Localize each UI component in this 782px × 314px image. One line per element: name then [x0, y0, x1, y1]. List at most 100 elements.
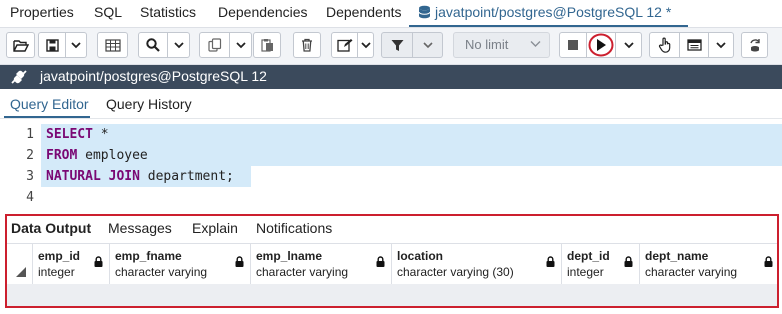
- code-line: 1 SELECT *: [0, 124, 782, 145]
- chevron-down-icon: [173, 41, 184, 48]
- execute-icon: [588, 33, 614, 57]
- copy-button[interactable]: [199, 32, 230, 58]
- chevron-down-icon: [422, 41, 433, 48]
- tab-statistics[interactable]: Statistics: [140, 4, 196, 20]
- stop-button[interactable]: [559, 32, 587, 58]
- find-button[interactable]: [138, 32, 168, 58]
- column-name: emp_fname: [115, 249, 182, 263]
- sql-keyword: SELECT: [46, 127, 93, 142]
- output-panel: Data Output Messages Explain Notificatio…: [5, 214, 779, 308]
- filter-icon: [391, 39, 403, 51]
- sql-keyword: FROM: [46, 148, 78, 163]
- save-dropdown-button[interactable]: [66, 32, 87, 58]
- tab-sql[interactable]: SQL: [94, 4, 122, 20]
- column-type: character varying (30): [397, 265, 514, 279]
- chevron-down-icon: [235, 41, 246, 48]
- rows-limit-value: No limit: [465, 37, 509, 52]
- delete-button[interactable]: [293, 32, 321, 58]
- column-type: integer: [567, 265, 604, 279]
- line-number: 4: [26, 190, 34, 205]
- rows-limit-select[interactable]: No limit: [453, 32, 550, 58]
- save-button[interactable]: [38, 32, 66, 58]
- tab-messages[interactable]: Messages: [108, 220, 172, 236]
- code-line: 4: [0, 187, 782, 208]
- tab-explain[interactable]: Explain: [192, 220, 238, 236]
- select-all-corner[interactable]: [7, 244, 33, 284]
- execute-dropdown-button[interactable]: [616, 32, 642, 58]
- column-type: integer: [38, 265, 75, 279]
- connection-label[interactable]: javatpoint/postgres@PostgreSQL 12: [40, 68, 267, 84]
- sql-text: employee: [77, 148, 148, 163]
- database-icon: [418, 5, 431, 19]
- column-type: character varying: [115, 265, 208, 279]
- active-tab-indicator: [409, 25, 688, 27]
- tab-dependents[interactable]: Dependents: [326, 4, 402, 20]
- tab-query-tool[interactable]: javatpoint/postgres@PostgreSQL 12 *: [418, 4, 671, 20]
- column-name: emp_id: [38, 249, 81, 263]
- active-query-tab-indicator: [4, 116, 90, 118]
- paste-button[interactable]: [253, 32, 281, 58]
- stop-icon: [568, 40, 578, 50]
- filter-dropdown-button[interactable]: [413, 32, 443, 58]
- lock-icon: [235, 256, 244, 267]
- open-folder-icon: [12, 39, 29, 52]
- connection-bar: javatpoint/postgres@PostgreSQL 12: [0, 65, 782, 89]
- code-line: 2 FROM employee: [0, 145, 782, 166]
- tab-data-output[interactable]: Data Output: [11, 220, 91, 236]
- tab-query-history[interactable]: Query History: [106, 96, 192, 112]
- open-file-button[interactable]: [6, 32, 35, 58]
- explain-dropdown-button[interactable]: [709, 32, 734, 58]
- edit-button[interactable]: [331, 32, 358, 58]
- edit-dropdown-button[interactable]: [358, 32, 374, 58]
- paste-icon: [260, 39, 273, 52]
- explain-analyze-button[interactable]: [680, 32, 709, 58]
- execute-button[interactable]: [587, 32, 616, 58]
- explain-icon: [686, 39, 702, 51]
- view-table-button[interactable]: [97, 32, 128, 58]
- filter-button[interactable]: [381, 32, 413, 58]
- tab-dependencies[interactable]: Dependencies: [218, 4, 308, 20]
- column-header[interactable]: emp_fname character varying: [109, 244, 250, 284]
- tab-query-tool-label: javatpoint/postgres@PostgreSQL 12 *: [435, 4, 672, 20]
- commit-button[interactable]: [741, 32, 768, 58]
- column-name: dept_name: [645, 249, 709, 263]
- chevron-down-icon: [71, 41, 81, 48]
- tab-notifications[interactable]: Notifications: [256, 220, 332, 236]
- explain-button[interactable]: [649, 32, 680, 58]
- lock-icon: [624, 256, 633, 267]
- save-icon: [45, 38, 59, 52]
- column-header[interactable]: emp_lname character varying: [250, 244, 391, 284]
- column-header[interactable]: location character varying (30): [391, 244, 561, 284]
- commit-icon: [749, 39, 760, 52]
- tab-query-editor[interactable]: Query Editor: [10, 96, 89, 112]
- column-header[interactable]: dept_id integer: [561, 244, 639, 284]
- tab-properties[interactable]: Properties: [10, 4, 74, 20]
- column-header[interactable]: emp_id integer: [32, 244, 109, 284]
- code-line: 3 NATURAL JOIN department;: [0, 166, 782, 187]
- lock-icon: [546, 256, 555, 267]
- lock-icon: [94, 256, 103, 267]
- copy-dropdown-button[interactable]: [230, 32, 252, 58]
- find-dropdown-button[interactable]: [168, 32, 190, 58]
- line-number: 2: [26, 148, 34, 163]
- search-icon: [146, 38, 160, 52]
- hand-icon: [658, 37, 670, 53]
- lock-icon: [764, 256, 773, 267]
- column-type: character varying: [256, 265, 349, 279]
- table-icon: [104, 38, 121, 52]
- result-grid-header: emp_id integer emp_fname character varyi…: [7, 243, 777, 285]
- chevron-down-icon: [530, 41, 541, 47]
- chevron-down-icon: [360, 41, 371, 48]
- edit-icon: [336, 39, 352, 52]
- panel-tab-bar: Properties SQL Statistics Dependencies D…: [0, 0, 782, 28]
- sql-editor[interactable]: 1 SELECT * 2 FROM employee 3 NATURAL JOI…: [0, 120, 782, 210]
- result-grid-body: [7, 284, 777, 306]
- connection-icon[interactable]: [10, 69, 28, 85]
- chevron-down-icon: [716, 41, 726, 48]
- copy-icon: [207, 38, 221, 52]
- column-header[interactable]: dept_name character varying: [639, 244, 777, 284]
- column-type: character varying: [645, 265, 738, 279]
- query-toolbar: No limit: [0, 28, 782, 65]
- corner-triangle-icon: [16, 267, 26, 277]
- column-name: emp_lname: [256, 249, 323, 263]
